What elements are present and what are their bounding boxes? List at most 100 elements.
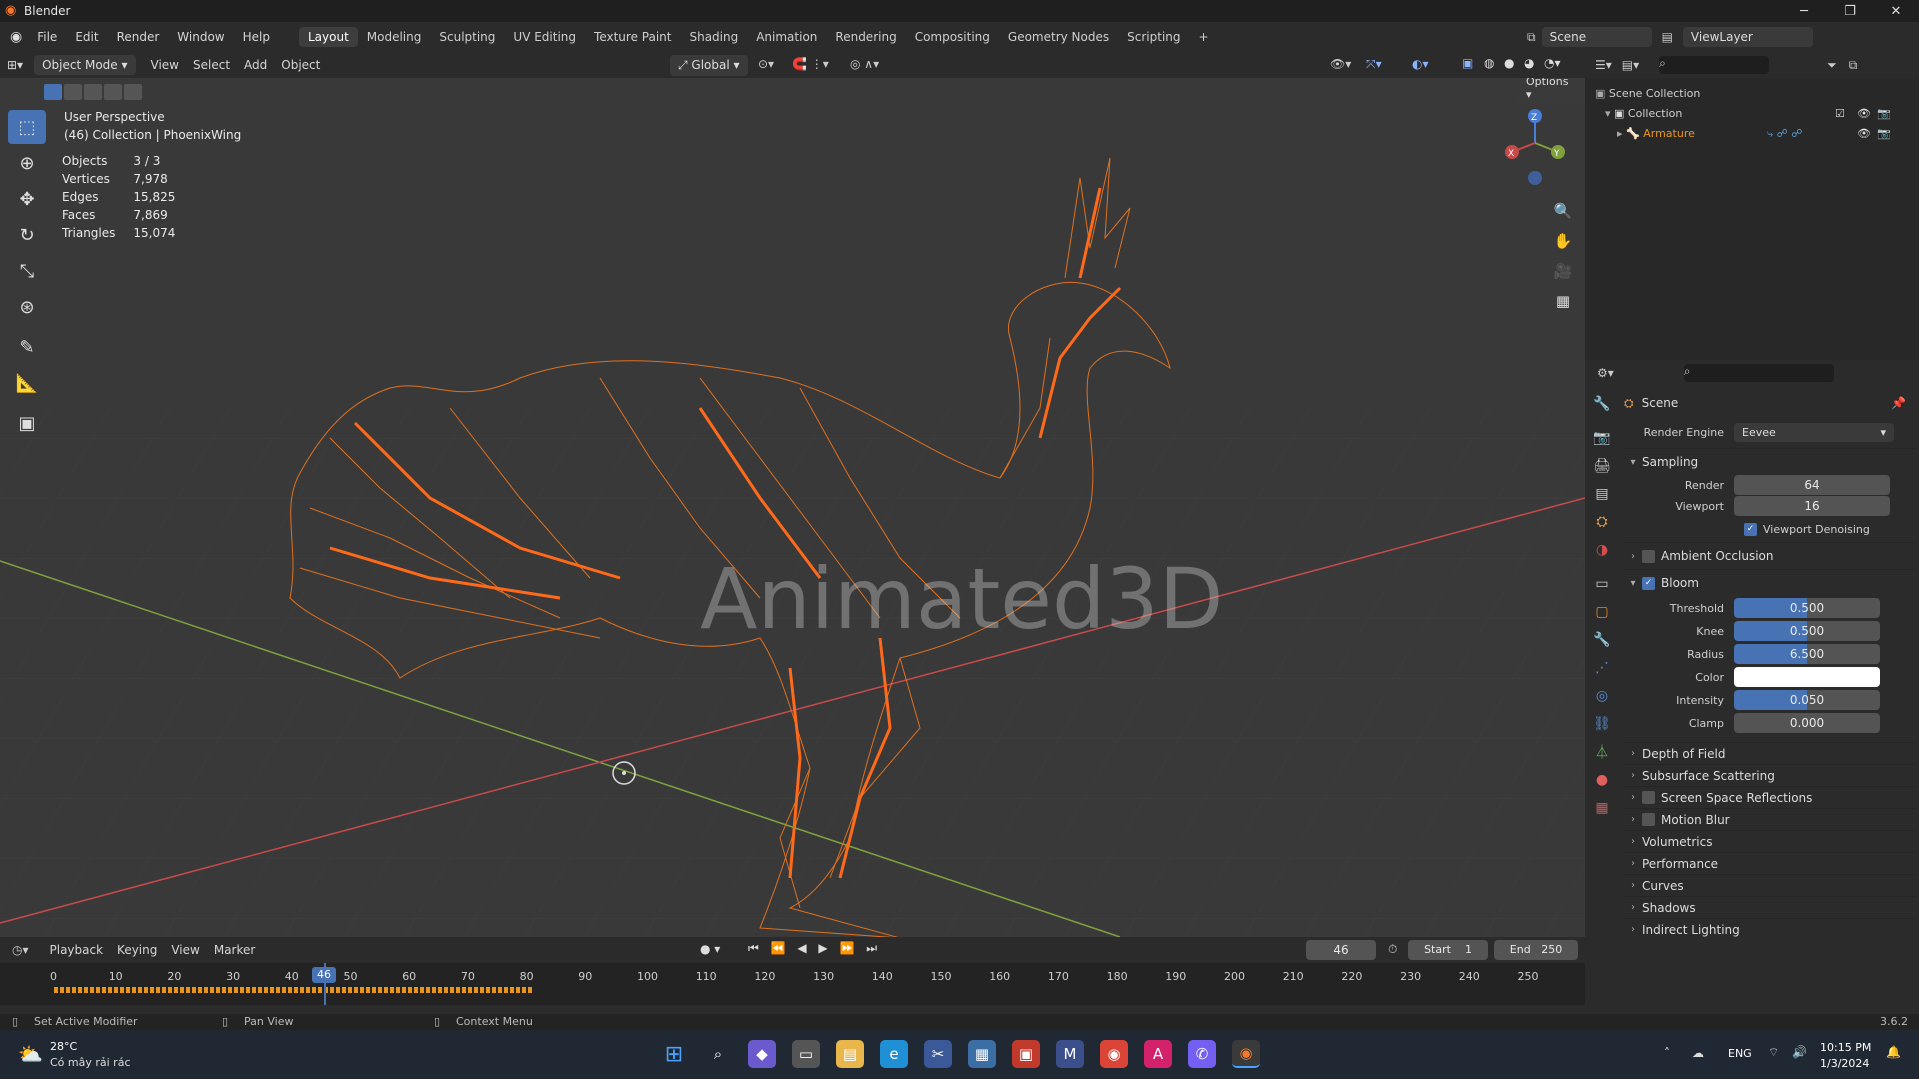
outliner-armature[interactable]: ▸ 🦴 Armature ⤷ ☍ ☍ 👁 📷 [1595, 124, 1909, 144]
bloom-clamp-field[interactable]: 0.000 [1734, 713, 1880, 733]
menu-edit[interactable]: Edit [66, 30, 107, 44]
volume-icon[interactable]: 🔊 [1792, 1045, 1807, 1059]
end-frame-field[interactable]: End 250 [1494, 940, 1578, 960]
collapse-chevron-icon[interactable]: ▸ [1617, 127, 1626, 140]
workspace-tab-shading[interactable]: Shading [680, 27, 747, 47]
panel-volumetrics[interactable]: › Volumetrics [1624, 830, 1914, 852]
particles-tab-icon[interactable]: ⋰ [1585, 654, 1619, 682]
viber-icon[interactable]: ✆ [1188, 1040, 1216, 1068]
clock-date[interactable]: 1/3/2024 [1820, 1057, 1869, 1070]
panel-performance[interactable]: › Performance [1624, 852, 1914, 874]
material-tab-icon[interactable]: ● [1585, 766, 1619, 794]
world-tab-icon[interactable]: ◑ [1585, 536, 1619, 564]
snipping-tool-icon[interactable]: ✂ [924, 1040, 952, 1068]
outliner-display-icon[interactable]: ☰▾ [1595, 58, 1612, 72]
task-view-icon[interactable]: ▭ [792, 1040, 820, 1068]
ao-checkbox[interactable] [1642, 549, 1655, 563]
zoom-icon[interactable]: 🔍 [1552, 196, 1574, 226]
armature-camera-icon[interactable]: 📷 [1877, 124, 1891, 144]
select-subtract-icon[interactable] [84, 84, 102, 100]
workspace-tab-uv-editing[interactable]: UV Editing [504, 27, 585, 47]
collection-eye-icon[interactable]: 👁 [1857, 104, 1871, 124]
filter-funnel-icon[interactable]: ⏷ [1827, 58, 1837, 73]
weather-temp[interactable]: 28°C [50, 1040, 77, 1053]
workspace-tab-geometry-nodes[interactable]: Geometry Nodes [999, 27, 1118, 47]
notification-bell-icon[interactable]: 🔔 [1886, 1045, 1901, 1059]
playhead-frame-label[interactable]: 46 [312, 967, 337, 983]
panel-depth-of-field[interactable]: › Depth of Field [1624, 742, 1914, 764]
proportional-edit-icon[interactable]: ◎ ∧▾ [850, 57, 879, 71]
close-icon[interactable]: ✕ [1873, 0, 1919, 22]
select-box-icon[interactable]: ⬚ [8, 110, 46, 144]
workspace-tab-rendering[interactable]: Rendering [826, 27, 905, 47]
viewport-samples-field[interactable]: 16 [1734, 496, 1890, 516]
weather-desc[interactable]: Có mây rải rác [50, 1056, 131, 1069]
output-tab-icon[interactable]: 🖨 [1585, 452, 1619, 480]
start-frame-field[interactable]: Start 1 [1408, 940, 1488, 960]
bloom-knee-field[interactable]: 0.500 [1734, 621, 1880, 641]
menu-window[interactable]: Window [168, 30, 233, 44]
edge-icon[interactable]: e [880, 1040, 908, 1068]
menu-render[interactable]: Render [108, 30, 169, 44]
bloom-panel-header[interactable]: ▾ ✓ Bloom [1624, 569, 1914, 596]
bloom-threshold-field[interactable]: 0.500 [1734, 598, 1880, 618]
outliner-collection[interactable]: ▾ ▣ Collection ☑ 👁 📷 [1595, 104, 1909, 124]
outliner-search-input[interactable]: ⌕ [1659, 56, 1770, 74]
minimize-icon[interactable]: ─ [1781, 0, 1827, 22]
pin-icon[interactable]: 📌 [1891, 396, 1906, 410]
menu-help[interactable]: Help [234, 30, 279, 44]
workspace-tab-animation[interactable]: Animation [747, 27, 826, 47]
data-tab-icon[interactable]: ⏃ [1585, 738, 1619, 766]
workspace-tab-scripting[interactable]: Scripting [1118, 27, 1189, 47]
view-layer-tab-icon[interactable]: ▤ [1585, 480, 1619, 508]
options-dropdown[interactable]: Options ▾ [1518, 78, 1585, 104]
bloom-radius-field[interactable]: 6.500 [1734, 644, 1880, 664]
panel-checkbox[interactable] [1642, 813, 1655, 826]
search-icon[interactable]: ⌕ [704, 1040, 732, 1068]
tray-chevron-icon[interactable]: ˄ [1664, 1046, 1670, 1060]
viewport-denoising-row[interactable]: ✓ Viewport Denoising [1624, 516, 1914, 542]
timeline-menu-playback[interactable]: Playback [43, 940, 111, 960]
scale-icon[interactable]: ⤡ [8, 254, 46, 288]
armature-eye-icon[interactable]: 👁 [1857, 124, 1871, 144]
view-layer-icon[interactable]: ▤ [1662, 30, 1673, 44]
render-samples-field[interactable]: 64 [1734, 475, 1890, 495]
properties-editor-icon[interactable]: ⚙▾ [1597, 366, 1614, 380]
keyframe-row[interactable] [54, 987, 534, 993]
workspace-tab--[interactable]: + [1190, 27, 1218, 47]
workspace-tab-modeling[interactable]: Modeling [358, 27, 431, 47]
viewport-menu-add[interactable]: Add [237, 55, 274, 75]
bloom-color-swatch[interactable] [1734, 667, 1880, 687]
wifi-icon[interactable]: ⌔ [1768, 1045, 1779, 1060]
blender-menu-icon[interactable]: ◉ [10, 29, 22, 45]
playback-controls[interactable]: ⏮ ⏪ ◀ ▶ ⏩ ⏭ [748, 941, 881, 956]
collection-checkbox-icon[interactable]: ☑ [1835, 104, 1845, 124]
texture-tab-icon[interactable]: ▦ [1585, 794, 1619, 822]
gizmo-toggle-icon[interactable]: ⤧▾ [1366, 57, 1382, 72]
shading-rendered-icon[interactable]: ◔▾ [1544, 56, 1561, 70]
file-explorer-icon[interactable]: ▤ [836, 1040, 864, 1068]
timeline-track[interactable]: 0 10 20 30 40 50 60 70 80 90 100 110 120 130 140 150 160… [0, 963, 1585, 1005]
workspace-tab-texture-paint[interactable]: Texture Paint [585, 27, 680, 47]
current-frame-field[interactable]: 46 [1306, 940, 1376, 960]
panel-indirect-lighting[interactable]: › Indirect Lighting [1624, 918, 1914, 940]
collection-tab-icon[interactable]: ▭ [1585, 570, 1619, 598]
measure-icon[interactable]: 📐 [8, 366, 46, 400]
record-icon[interactable]: ● ▾ [700, 942, 720, 956]
network-tray-icon[interactable]: ☁ [1692, 1046, 1704, 1060]
pivot-icon[interactable]: ⊙▾ [758, 57, 774, 71]
select-new-icon[interactable] [44, 84, 62, 100]
weather-icon[interactable]: ⛅ [18, 1042, 43, 1066]
bloom-intensity-field[interactable]: 0.050 [1734, 690, 1880, 710]
panel-screen-space-reflections[interactable]: › Screen Space Reflections [1624, 786, 1914, 808]
scene-tab-icon[interactable]: ⛭ [1585, 508, 1619, 536]
tool-tab-icon[interactable]: 🔧 [1585, 390, 1619, 418]
timeline-menu-marker[interactable]: Marker [207, 940, 262, 960]
preview-range-icon[interactable]: ⏱ [1388, 942, 1397, 957]
viewport-menu-select[interactable]: Select [186, 55, 237, 75]
add-cube-icon[interactable]: ▣ [8, 406, 46, 440]
view-layer-selector[interactable]: ViewLayer [1682, 27, 1813, 47]
store-icon[interactable]: ▦ [968, 1040, 996, 1068]
select-extend-icon[interactable] [64, 84, 82, 100]
panel-motion-blur[interactable]: › Motion Blur [1624, 808, 1914, 830]
